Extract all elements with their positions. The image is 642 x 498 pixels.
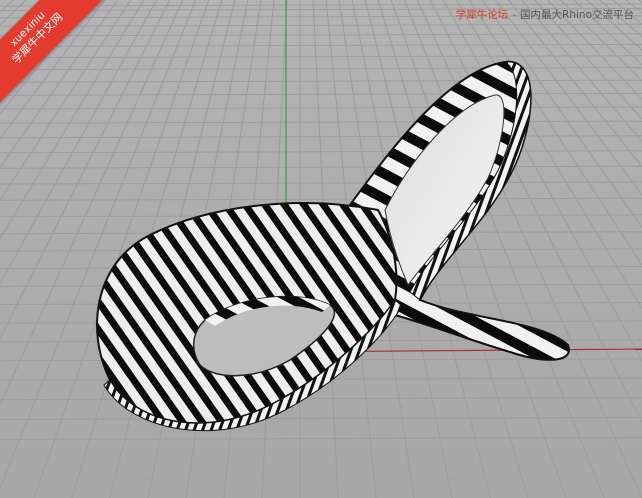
grid-line: [0, 23, 642, 27]
grid-line: [0, 67, 642, 71]
watermark-site: 学犀牛论坛: [455, 9, 509, 21]
grid-line: [0, 106, 642, 110]
watermark-separator: -: [512, 9, 517, 21]
perspective-viewport[interactable]: xuexiniu 学犀牛中文网 学犀牛论坛 - 国内最大Rhino交流平台: [0, 0, 642, 498]
grid-line: [0, 92, 642, 96]
grid-line: [0, 33, 642, 37]
watermark: 学犀牛论坛 - 国内最大Rhino交流平台: [456, 7, 634, 22]
watermark-tagline: 国内最大Rhino交流平台: [520, 9, 634, 21]
viewport-scene[interactable]: [0, 0, 642, 498]
grid-line: [0, 120, 642, 124]
grid-line: [0, 135, 642, 139]
grid-line: [0, 181, 642, 185]
grid-line: [0, 79, 642, 83]
grid-line: [0, 397, 642, 401]
grid-line: [0, 197, 642, 201]
grid-line: [0, 55, 642, 59]
